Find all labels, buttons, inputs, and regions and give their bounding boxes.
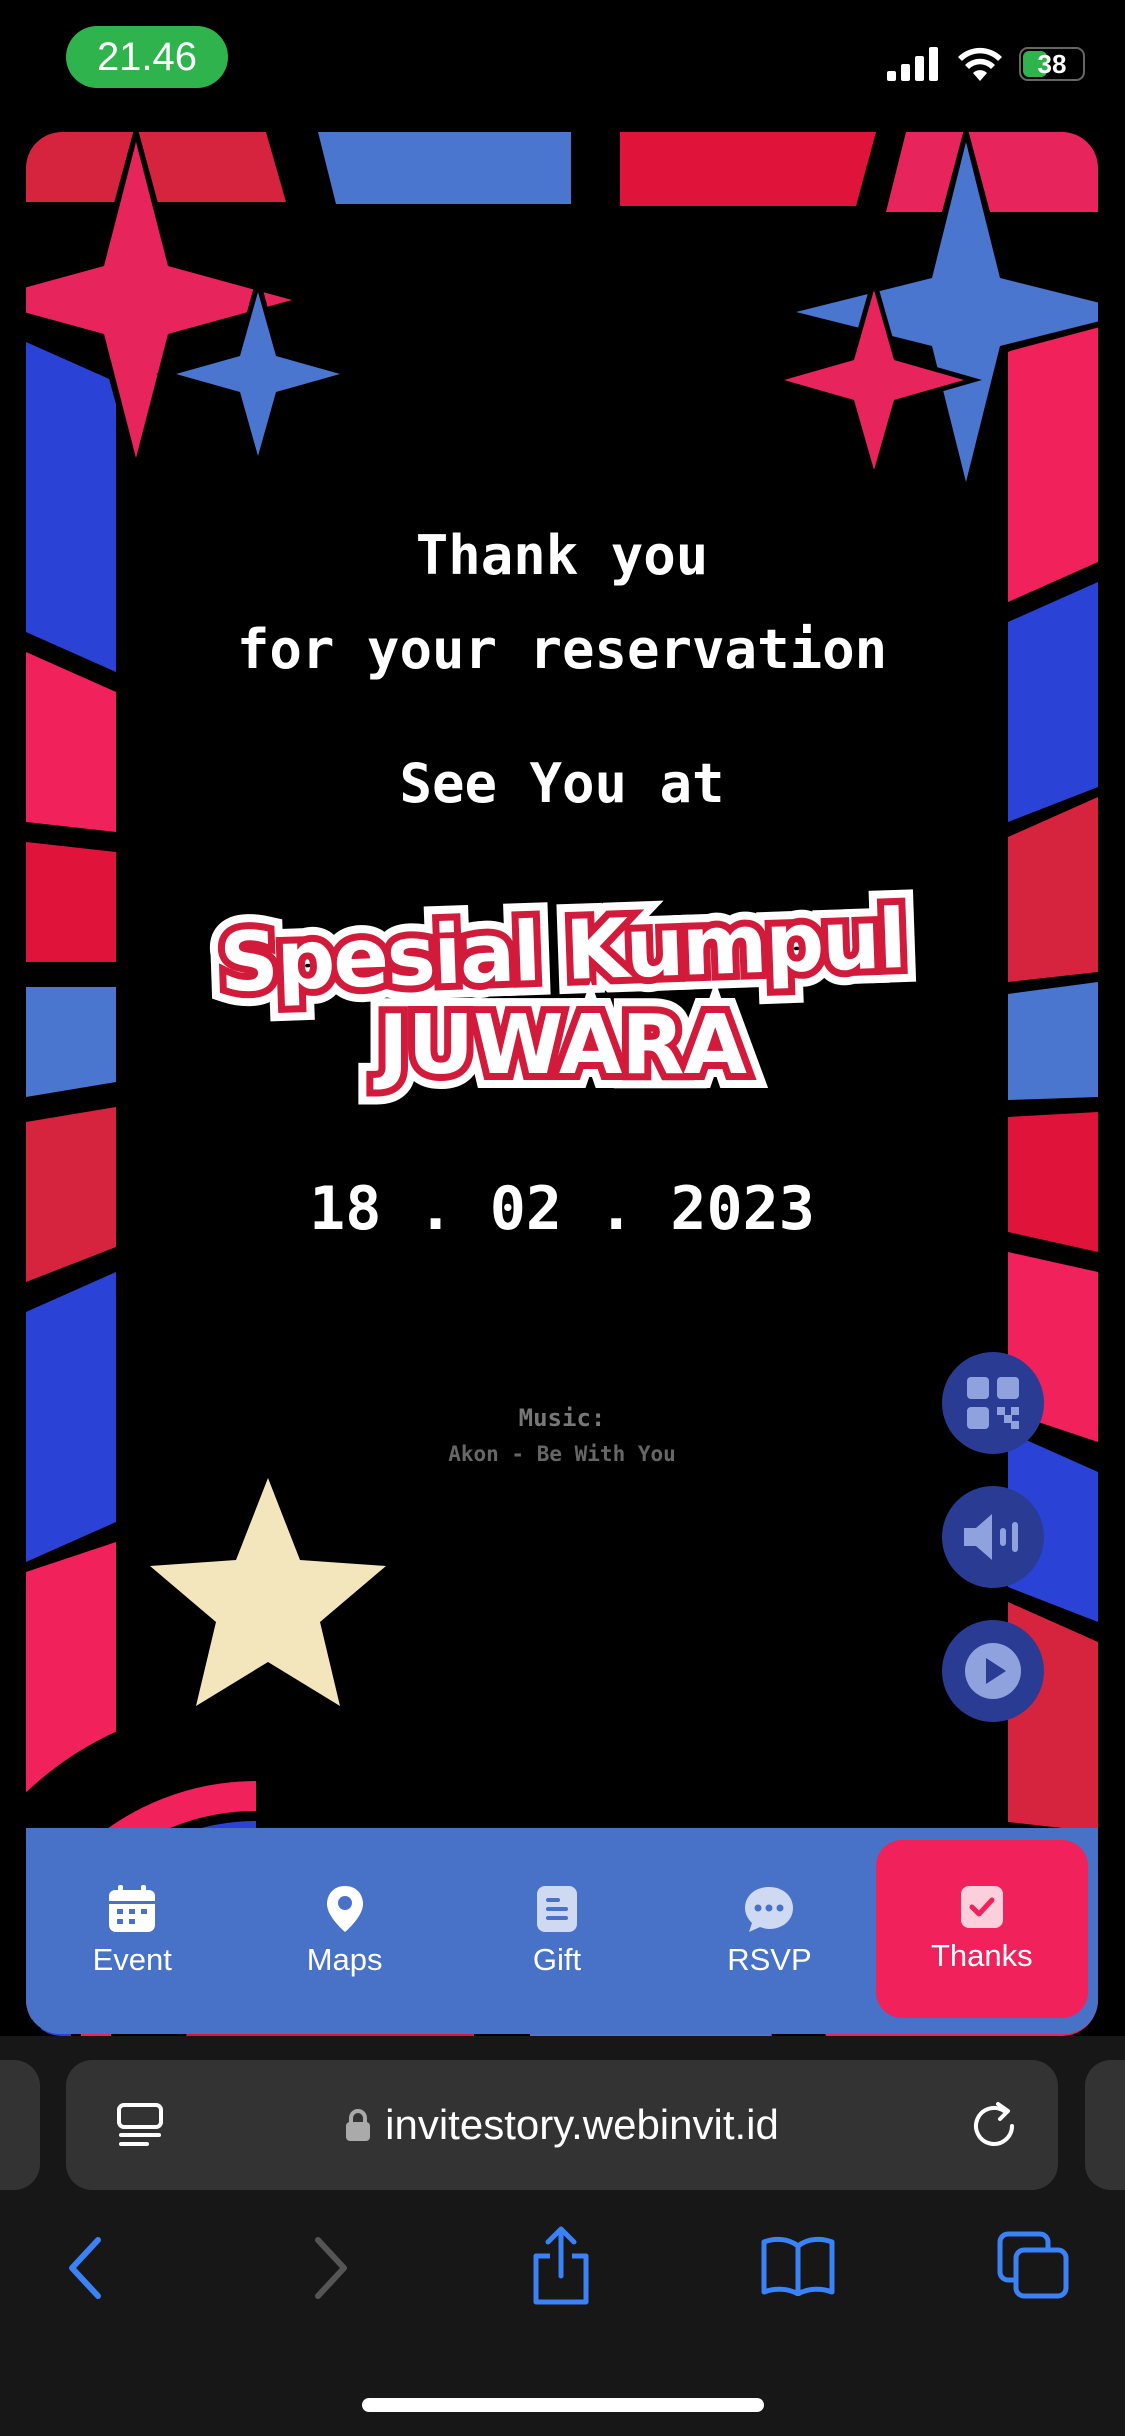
nav-item-event[interactable]: Event [26, 1828, 238, 2034]
qr-code-icon [967, 1377, 1019, 1429]
see-you-text: See You at [399, 752, 725, 815]
event-date: 18 . 02 . 2023 [309, 1174, 815, 1244]
nav-label-rsvp: RSVP [727, 1942, 812, 1977]
invitation-card: Thank you for your reservation See You a… [26, 132, 1098, 2036]
music-track: Akon - Be With You [448, 1442, 676, 1466]
lock-icon [346, 2109, 371, 2141]
logo-line2: JUWARA [371, 991, 754, 1100]
home-indicator [362, 2398, 764, 2412]
prev-tab-edge[interactable] [0, 2060, 40, 2190]
check-icon [960, 1886, 1003, 1928]
address-bar[interactable]: invitestory.webinvit.id [66, 2060, 1058, 2190]
chat-bubble-icon [745, 1887, 794, 1932]
play-icon [965, 1643, 1021, 1699]
thank-you-heading: Thank you [415, 524, 709, 587]
battery-icon: 38 [1019, 47, 1085, 81]
music-label: Music: [518, 1404, 606, 1432]
nav-item-thanks[interactable]: Thanks [875, 1840, 1089, 2018]
url-display[interactable]: invitestory.webinvit.id [66, 2060, 1058, 2190]
calendar-icon [109, 1885, 156, 1932]
tabs-icon[interactable] [996, 2230, 1070, 2300]
reservation-text: for your reservation [236, 618, 888, 681]
qr-code-button[interactable] [942, 1352, 1044, 1454]
status-icons: 38 [887, 44, 1085, 84]
forward-icon[interactable] [310, 2236, 350, 2300]
nav-label-maps: Maps [306, 1942, 383, 1977]
nav-label-thanks: Thanks [930, 1938, 1033, 1973]
bottom-nav: Event Maps Gift RSVP Thanks [26, 1828, 1098, 2034]
map-pin-icon [326, 1886, 363, 1932]
status-time: 21.46 [66, 26, 228, 88]
nav-item-gift[interactable]: Gift [451, 1828, 663, 2034]
nav-item-maps[interactable]: Maps [238, 1828, 450, 2034]
next-tab-edge[interactable] [1085, 2060, 1125, 2190]
nav-item-rsvp[interactable]: RSVP [663, 1828, 875, 2034]
sound-toggle-button[interactable] [942, 1486, 1044, 1588]
signal-icon [887, 47, 938, 81]
nav-label-event: Event [92, 1942, 172, 1977]
wifi-icon [958, 47, 1002, 81]
url-text: invitestory.webinvit.id [385, 2101, 779, 2148]
share-icon[interactable] [530, 2226, 592, 2306]
speaker-icon [964, 1514, 1018, 1560]
battery-level: 38 [1037, 48, 1067, 79]
nav-label-gift: Gift [532, 1942, 582, 1977]
play-button[interactable] [942, 1620, 1044, 1722]
bookmarks-icon[interactable] [760, 2236, 836, 2296]
reload-icon[interactable] [968, 2100, 1020, 2152]
gift-list-icon [537, 1886, 578, 1932]
back-icon[interactable] [66, 2236, 106, 2300]
